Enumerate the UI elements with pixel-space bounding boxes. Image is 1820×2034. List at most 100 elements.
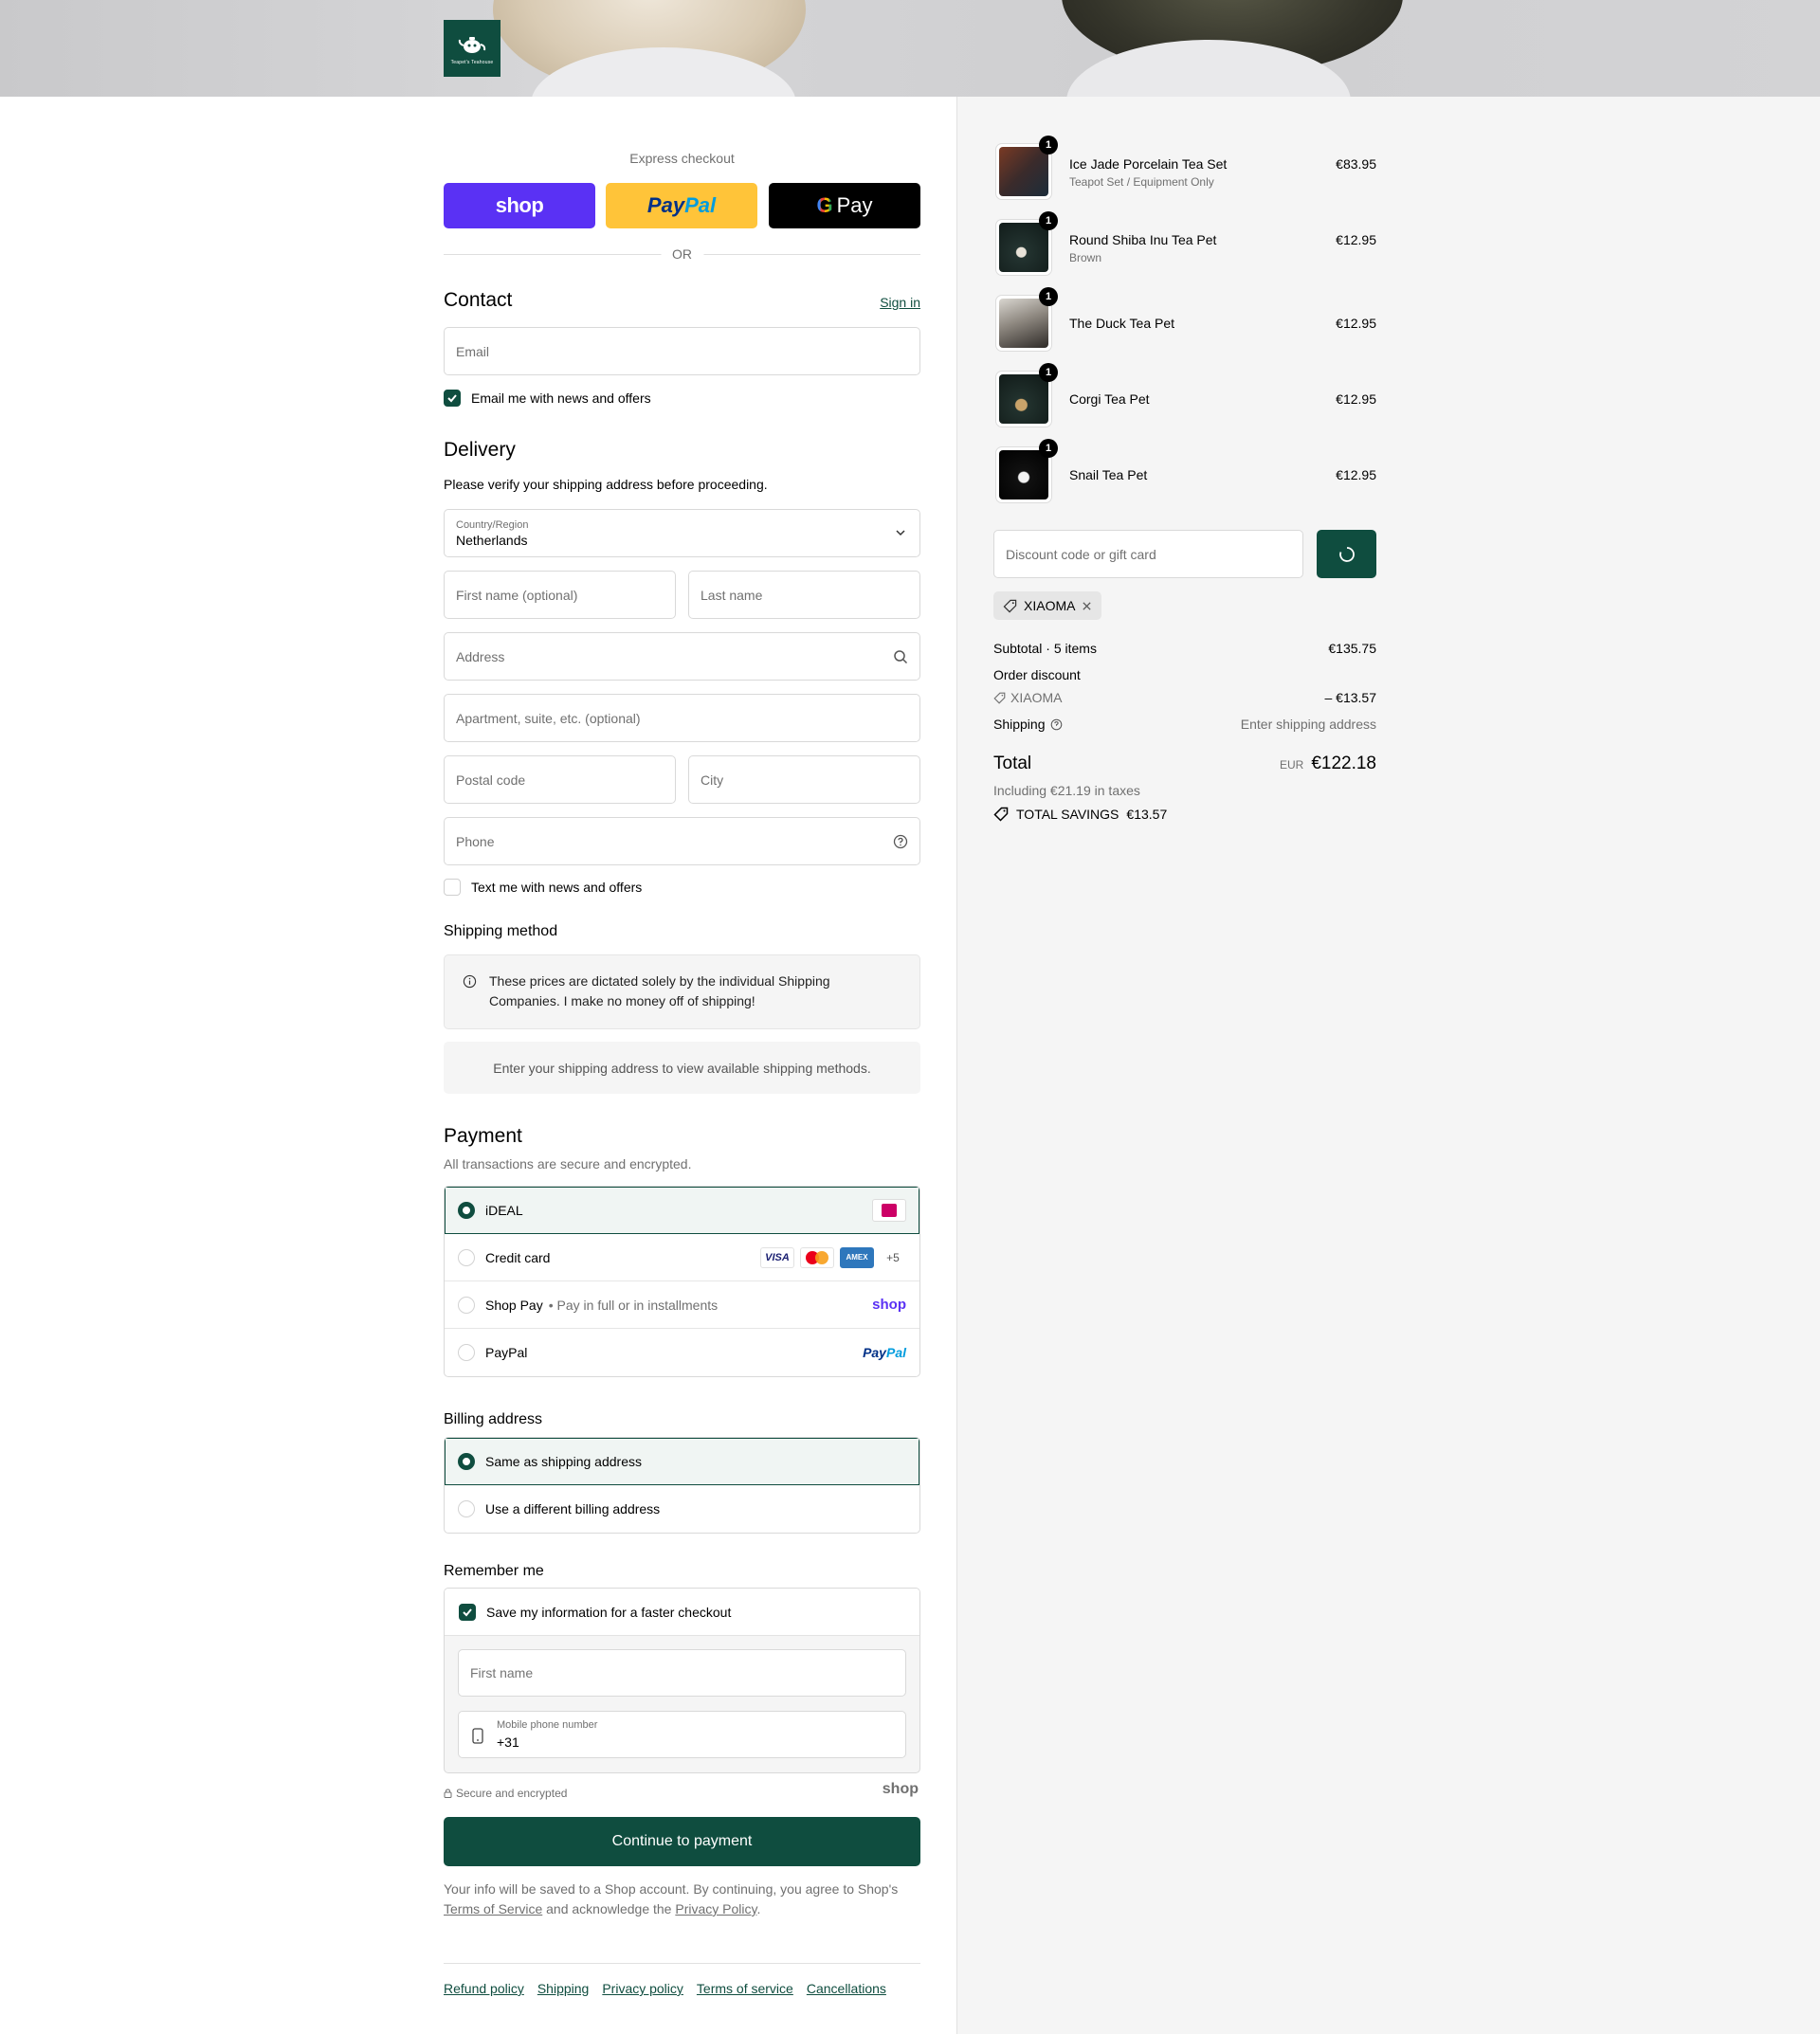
legal-text: Your info will be saved to a Shop accoun…	[444, 1880, 920, 1919]
sms-checkbox[interactable]: Text me with news and offers	[444, 879, 642, 896]
country-select[interactable]: Country/Region Netherlands	[444, 509, 920, 557]
store-logo[interactable]: Teapet's Teahouse	[444, 20, 500, 77]
first-name-field[interactable]	[444, 571, 676, 619]
product-variant: Teapot Set / Equipment Only	[1069, 175, 1214, 189]
quantity-badge: 1	[1039, 439, 1058, 458]
footer-link-cancellations[interactable]: Cancellations	[807, 1981, 886, 1996]
payment-method-group: iDEAL Credit card VISA AMEX +5 Shop Pay …	[444, 1186, 920, 1377]
postal-code-input[interactable]	[456, 772, 664, 788]
remember-heading: Remember me	[444, 1563, 544, 1579]
footer-link-shipping[interactable]: Shipping	[537, 1981, 590, 1996]
checkbox-unchecked-icon[interactable]	[444, 879, 461, 896]
payment-subtitle: All transactions are secure and encrypte…	[444, 1156, 692, 1171]
header-banner: Teapet's Teahouse	[0, 0, 1820, 97]
last-name-input[interactable]	[701, 587, 908, 603]
secure-label: Secure and encrypted	[456, 1787, 568, 1800]
payment-option-sub: • Pay in full or in installments	[548, 1297, 719, 1313]
quantity-badge: 1	[1039, 287, 1058, 306]
discount-code-field[interactable]	[993, 530, 1303, 578]
lock-icon	[444, 1789, 452, 1798]
checkbox-checked-icon[interactable]	[459, 1604, 476, 1621]
sign-in-link[interactable]: Sign in	[880, 295, 920, 310]
ideal-logo-icon	[872, 1198, 906, 1222]
footer-link-privacy[interactable]: Privacy policy	[602, 1981, 683, 1996]
mobile-phone-label: Mobile phone number	[497, 1719, 598, 1731]
billing-heading: Billing address	[444, 1411, 543, 1427]
payment-option-shop-pay[interactable]: Shop Pay • Pay in full or in installment…	[445, 1281, 919, 1329]
paypal-logo-a: Pay	[863, 1345, 886, 1360]
discount-code-row: XIAOMA – €13.57	[993, 690, 1376, 705]
phone-input[interactable]	[456, 833, 908, 849]
applied-code-label: XIAOMA	[1024, 598, 1076, 613]
radio-unselected[interactable]	[458, 1500, 475, 1517]
total-row: Total EUR €122.18	[993, 754, 1376, 774]
radio-selected[interactable]	[458, 1202, 475, 1219]
payment-option-paypal[interactable]: PayPal PayPal	[445, 1329, 919, 1376]
shipping-row: Shipping Enter shipping address	[993, 717, 1376, 732]
newsletter-checkbox[interactable]: Email me with news and offers	[444, 390, 651, 407]
mobile-phone-field[interactable]: Mobile phone number +31	[458, 1711, 906, 1758]
express-checkout-title: Express checkout	[629, 151, 735, 166]
info-icon	[463, 974, 477, 989]
mobile-phone-icon	[472, 1728, 483, 1744]
postal-code-field[interactable]	[444, 755, 676, 804]
first-name-input[interactable]	[456, 587, 664, 603]
remember-first-name-field[interactable]	[458, 1649, 906, 1697]
close-icon[interactable]	[1082, 601, 1092, 611]
city-input[interactable]	[701, 772, 908, 788]
amex-icon: AMEX	[840, 1246, 874, 1268]
quantity-badge: 1	[1039, 211, 1058, 230]
privacy-policy-link[interactable]: Privacy Policy	[675, 1901, 756, 1916]
shipping-methods-empty: Enter your shipping address to view avai…	[444, 1042, 920, 1094]
chevron-down-icon	[896, 530, 905, 536]
total-savings: TOTAL SAVINGS €13.57	[993, 807, 1167, 822]
payment-option-credit-card[interactable]: Credit card VISA AMEX +5	[445, 1234, 919, 1281]
apartment-input[interactable]	[456, 710, 908, 726]
visa-icon: VISA	[760, 1246, 794, 1268]
city-field[interactable]	[688, 755, 920, 804]
legal-prefix: Your info will be saved to a Shop accoun…	[444, 1881, 899, 1897]
phone-field[interactable]	[444, 817, 920, 865]
help-circle-icon[interactable]	[893, 834, 908, 849]
applied-discount-tag: XIAOMA	[993, 591, 1102, 620]
shop-pay-button[interactable]: shop	[444, 183, 595, 228]
address-input[interactable]	[456, 648, 908, 664]
continue-to-payment-button[interactable]: Continue to payment	[444, 1817, 920, 1866]
tag-icon	[1003, 599, 1017, 612]
apartment-field[interactable]	[444, 694, 920, 742]
apply-discount-button[interactable]	[1317, 530, 1376, 578]
shop-pay-subtext: Pay in full or in installments	[556, 1297, 719, 1313]
radio-selected[interactable]	[458, 1453, 475, 1470]
google-g-icon: G	[816, 193, 833, 217]
radio-unselected[interactable]	[458, 1297, 475, 1314]
footer-link-terms[interactable]: Terms of service	[697, 1981, 793, 1996]
contact-heading: Contact	[444, 289, 513, 311]
payment-option-ideal[interactable]: iDEAL	[445, 1187, 919, 1234]
terms-of-service-link[interactable]: Terms of Service	[444, 1901, 542, 1916]
last-name-field[interactable]	[688, 571, 920, 619]
product-price: €12.95	[1336, 316, 1376, 331]
product-name: Ice Jade Porcelain Tea Set	[1069, 156, 1228, 172]
save-info-checkbox[interactable]: Save my information for a faster checkou…	[459, 1604, 731, 1621]
google-pay-button[interactable]: G Pay	[769, 183, 920, 228]
remember-first-name-input[interactable]	[470, 1665, 894, 1680]
order-discount-label: Order discount	[993, 667, 1081, 682]
billing-different-option[interactable]: Use a different billing address	[445, 1485, 919, 1533]
email-field[interactable]	[444, 327, 920, 375]
radio-unselected[interactable]	[458, 1344, 475, 1361]
paypal-button[interactable]: Pay Pal	[606, 183, 757, 228]
more-cards-badge: +5	[880, 1246, 906, 1268]
discount-code-input[interactable]	[1006, 546, 1291, 562]
save-info-row[interactable]: Save my information for a faster checkou…	[445, 1589, 919, 1636]
address-field[interactable]	[444, 632, 920, 681]
tag-icon	[993, 692, 1006, 704]
payment-option-label: iDEAL	[485, 1202, 523, 1218]
help-circle-icon[interactable]	[1050, 718, 1063, 731]
search-icon	[894, 650, 908, 664]
billing-same-option[interactable]: Same as shipping address	[445, 1438, 919, 1485]
footer-link-refund[interactable]: Refund policy	[444, 1981, 524, 1996]
checkbox-checked-icon[interactable]	[444, 390, 461, 407]
currency-code: EUR	[1279, 758, 1304, 772]
radio-unselected[interactable]	[458, 1249, 475, 1266]
email-input[interactable]	[456, 343, 908, 359]
